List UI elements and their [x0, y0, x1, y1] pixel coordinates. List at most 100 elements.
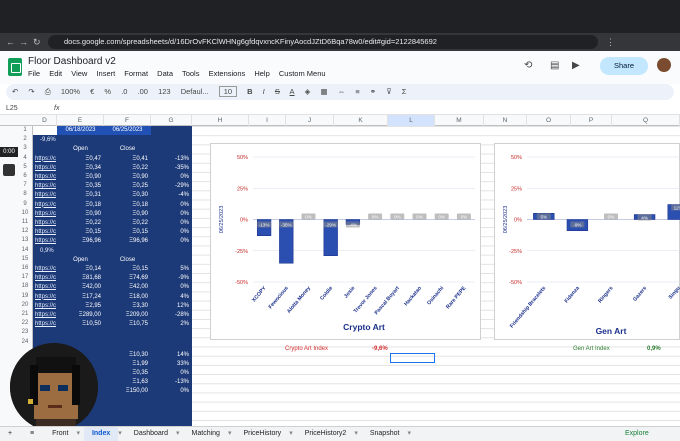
menu-tools[interactable]: Tools: [182, 69, 200, 78]
undo-icon[interactable]: ↶: [12, 87, 18, 96]
menu-extensions[interactable]: Extensions: [209, 69, 246, 78]
block1-link[interactable]: https://c: [35, 228, 56, 237]
row-header-19[interactable]: 19: [18, 293, 32, 299]
reload-icon[interactable]: ↻: [33, 36, 41, 48]
filter-icon[interactable]: ⊽: [386, 87, 392, 96]
borders-icon[interactable]: ▦: [321, 87, 328, 96]
user-avatar[interactable]: [657, 58, 671, 72]
column-header-I[interactable]: I: [249, 115, 286, 126]
column-header-Q[interactable]: Q: [612, 115, 680, 126]
explore-button[interactable]: Explore: [625, 427, 649, 441]
row-header-6[interactable]: 6: [18, 173, 32, 179]
all-sheets-icon[interactable]: ≡: [22, 427, 42, 441]
menu-custom[interactable]: Custom Menu: [279, 69, 326, 78]
menu-data[interactable]: Data: [157, 69, 173, 78]
italic-button[interactable]: I: [263, 87, 265, 96]
row-header-18[interactable]: 18: [18, 283, 32, 289]
block2-link[interactable]: https://c: [35, 293, 56, 302]
sheet-tab-snapshot[interactable]: Snapshot: [362, 427, 408, 441]
increase-decimals-button[interactable]: .00: [138, 87, 148, 96]
row-header-14[interactable]: 14: [18, 247, 32, 253]
tab-menu-icon[interactable]: ▾: [176, 430, 180, 437]
address-bar[interactable]: docs.google.com/spreadsheets/d/16DrOvFKC…: [48, 35, 598, 49]
decrease-decimals-button[interactable]: .0: [121, 87, 127, 96]
crypto-art-chart[interactable]: 06/25/2023 50% 25% 0% -25% -50% -13% XCOPY -35% F…: [210, 143, 481, 340]
sheets-logo-icon[interactable]: [8, 58, 22, 76]
name-box[interactable]: L25: [6, 102, 18, 115]
sheet-tab-dashboard[interactable]: Dashboard: [126, 427, 176, 441]
gen-art-chart[interactable]: 06/25/2023 50% 25% 0% -25% -50% 5% Friendship B…: [494, 143, 680, 340]
extensions-icon[interactable]: ⋮: [606, 36, 615, 48]
sheet-tab-index[interactable]: Index: [83, 427, 119, 441]
sheet-tab-pricehistory[interactable]: PriceHistory: [235, 427, 289, 441]
link-icon[interactable]: ⚭: [370, 87, 376, 96]
sheet-tab-front[interactable]: Front: [44, 427, 76, 441]
row-header-9[interactable]: 9: [18, 201, 32, 207]
record-stop-icon[interactable]: [3, 164, 15, 176]
row-header-7[interactable]: 7: [18, 182, 32, 188]
row-header-4[interactable]: 4: [18, 155, 32, 161]
menu-view[interactable]: View: [71, 69, 87, 78]
menu-insert[interactable]: Insert: [96, 69, 115, 78]
row-header-17[interactable]: 17: [18, 274, 32, 280]
block1-link[interactable]: https://c: [35, 164, 56, 173]
block2-link[interactable]: https://c: [35, 302, 56, 311]
block2-link[interactable]: https://c: [35, 311, 56, 320]
column-header-N[interactable]: N: [484, 115, 527, 126]
row-header-3[interactable]: 3: [18, 145, 32, 151]
block1-link[interactable]: https://c: [35, 155, 56, 164]
menu-format[interactable]: Format: [124, 69, 148, 78]
row-header-2[interactable]: 2: [18, 136, 32, 142]
selected-cell-L25[interactable]: [390, 353, 435, 363]
block2-link[interactable]: https://c: [35, 265, 56, 274]
tab-menu-icon[interactable]: ▾: [354, 430, 358, 437]
align-icon[interactable]: ≡: [355, 87, 359, 96]
block1-link[interactable]: https://c: [35, 182, 56, 191]
column-header-K[interactable]: K: [334, 115, 388, 126]
tab-menu-icon[interactable]: ▾: [118, 430, 122, 437]
forward-icon[interactable]: →: [19, 36, 28, 48]
row-header-23[interactable]: 23: [18, 329, 32, 335]
menu-edit[interactable]: Edit: [49, 69, 62, 78]
meet-icon[interactable]: ▶: [572, 60, 580, 71]
column-header-F[interactable]: F: [104, 115, 151, 126]
row-header-20[interactable]: 20: [18, 302, 32, 308]
column-header-G[interactable]: G: [151, 115, 192, 126]
block1-link[interactable]: https://c: [35, 219, 56, 228]
column-header-O[interactable]: O: [527, 115, 571, 126]
row-header-24[interactable]: 24: [18, 339, 32, 345]
back-icon[interactable]: ←: [6, 36, 15, 48]
sheet-tab-pricehistory2[interactable]: PriceHistory2: [297, 427, 355, 441]
block2-link[interactable]: https://c: [35, 283, 56, 292]
block2-link[interactable]: https://c: [35, 320, 56, 329]
font-size-input[interactable]: 10: [218, 86, 238, 97]
row-header-11[interactable]: 11: [18, 219, 32, 225]
menu-help[interactable]: Help: [254, 69, 269, 78]
strikethrough-button[interactable]: S: [275, 87, 280, 96]
merge-icon[interactable]: ⇔: [338, 87, 346, 96]
block2-link[interactable]: https://c: [35, 274, 56, 283]
history-icon[interactable]: ⟲: [524, 60, 532, 71]
share-button[interactable]: Share: [600, 57, 648, 75]
column-header-H[interactable]: H: [192, 115, 249, 126]
sheet-tab-matching[interactable]: Matching: [184, 427, 228, 441]
tab-menu-icon[interactable]: ▾: [289, 430, 293, 437]
column-header-L[interactable]: L: [388, 115, 435, 126]
row-header-1[interactable]: 1: [18, 127, 32, 133]
text-color-button[interactable]: A: [290, 87, 295, 96]
row-header-15[interactable]: 15: [18, 256, 32, 262]
bold-button[interactable]: B: [247, 87, 252, 96]
functions-icon[interactable]: Σ: [402, 87, 407, 96]
block1-link[interactable]: https://c: [35, 173, 56, 182]
block1-link[interactable]: https://c: [35, 237, 56, 246]
tab-menu-icon[interactable]: ▾: [76, 430, 80, 437]
block1-link[interactable]: https://c: [35, 210, 56, 219]
column-header-J[interactable]: J: [286, 115, 334, 126]
row-header-21[interactable]: 21: [18, 311, 32, 317]
redo-icon[interactable]: ↷: [28, 87, 34, 96]
zoom-select[interactable]: 100%: [61, 87, 80, 96]
block1-link[interactable]: https://c: [35, 191, 56, 200]
percent-button[interactable]: %: [104, 87, 111, 96]
tab-menu-icon[interactable]: ▾: [228, 430, 232, 437]
print-icon[interactable]: ⎙: [45, 87, 51, 96]
